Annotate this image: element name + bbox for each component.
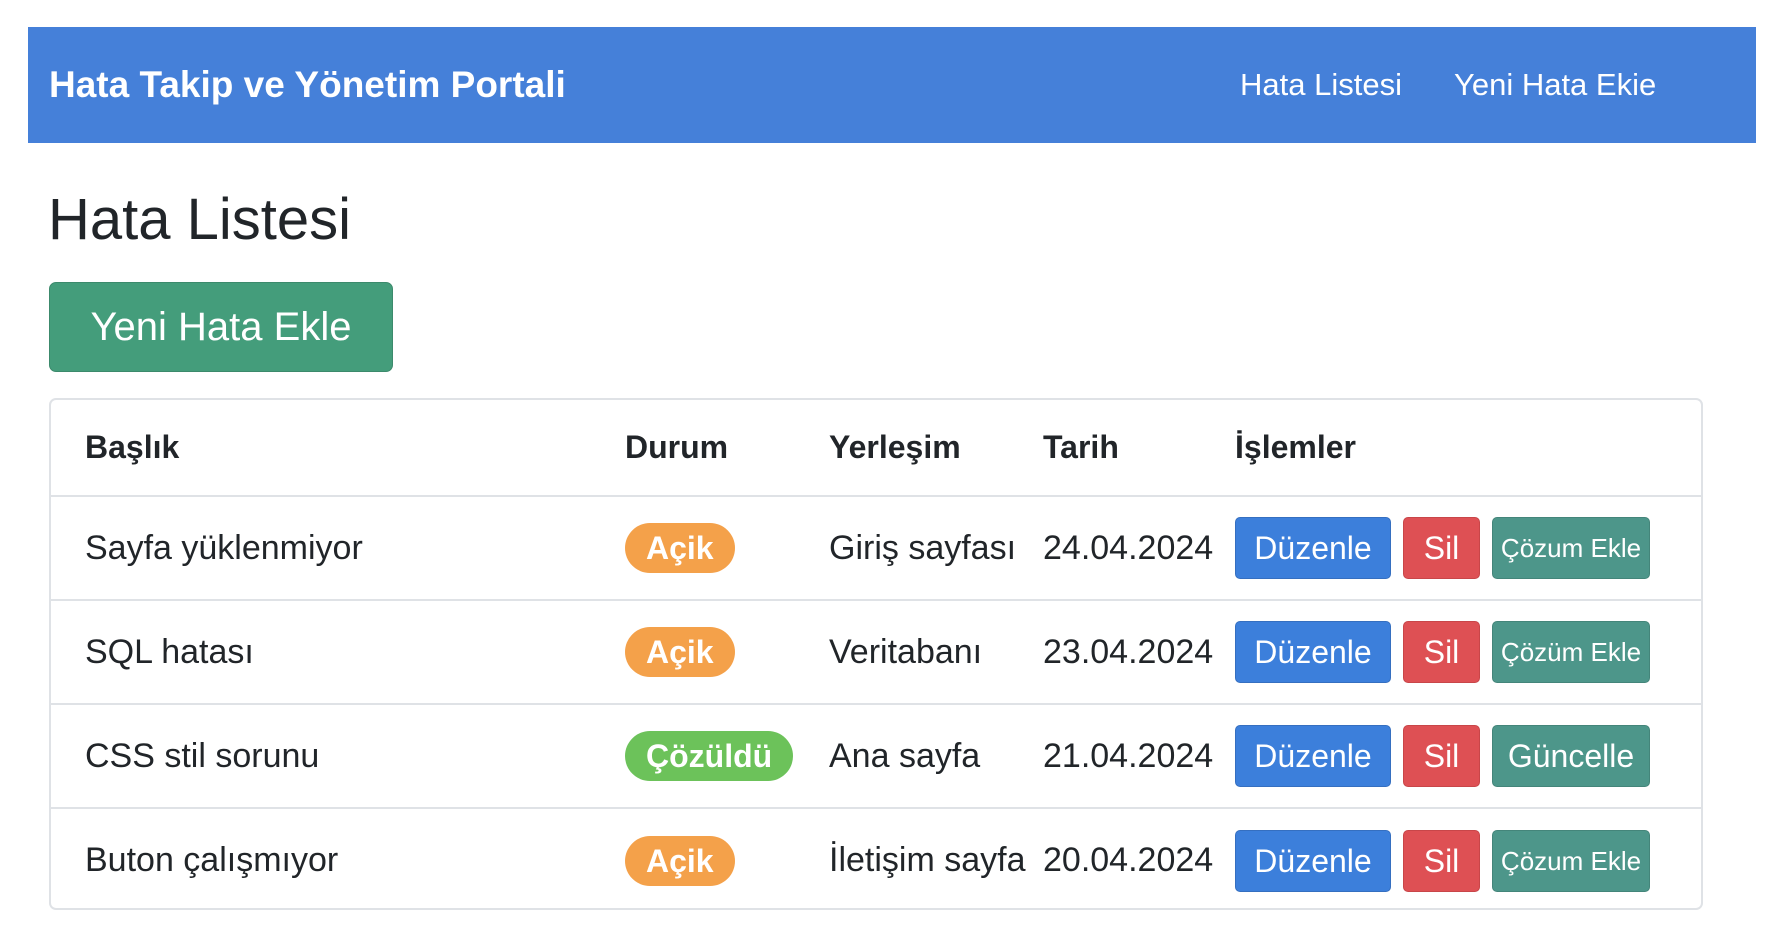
add-solution-button[interactable]: Çözum Ekle <box>1492 517 1650 579</box>
nav-link-new-bug[interactable]: Yeni Hata Ekie <box>1454 27 1656 143</box>
page-title: Hata Listesi <box>48 187 352 252</box>
row-title: Sayfa yüklenmiyor <box>51 495 625 600</box>
table-row: Sayfa yüklenmiyor Açik Giriş sayfası 24.… <box>51 495 1701 600</box>
add-bug-button[interactable]: Yeni Hata Ekle <box>49 282 393 372</box>
navbar: Hata Takip ve Yönetim Portali Hata Liste… <box>28 27 1756 143</box>
bug-table-card: Başlık Durum Yerleşim Tarih İşlemler Say… <box>49 398 1703 910</box>
delete-button[interactable]: Sil <box>1403 829 1480 892</box>
header-title: Başlık <box>85 429 180 465</box>
status-badge: Çözüldü <box>625 731 794 781</box>
header-date: Tarih <box>1043 429 1119 465</box>
edit-button[interactable]: Düzenle <box>1235 829 1391 892</box>
delete-button[interactable]: Sil <box>1403 621 1480 683</box>
row-actions: Düzenle Sil Çözum Ekle <box>1235 829 1701 892</box>
header-status: Durum <box>625 429 729 465</box>
update-button[interactable]: Güncelle <box>1492 725 1650 787</box>
edit-button[interactable]: Düzenle <box>1235 621 1391 683</box>
row-title: CSS stil sorunu <box>51 703 625 808</box>
status-badge: Açik <box>625 627 735 677</box>
row-location: Veritabanı <box>829 599 1043 704</box>
table-row: CSS stil sorunu Çözüldü Ana sayfa 21.04.… <box>51 703 1701 808</box>
row-actions: Düzenle Sil Çözüm Ekle <box>1235 621 1701 683</box>
row-location: Giriş sayfası <box>829 495 1043 600</box>
delete-button[interactable]: Sil <box>1403 517 1480 579</box>
row-date: 20.04.2024 <box>1043 807 1235 908</box>
edit-button[interactable]: Düzenle <box>1235 725 1391 787</box>
bug-table: Başlık Durum Yerleşim Tarih İşlemler Say… <box>51 400 1701 908</box>
row-date: 21.04.2024 <box>1043 703 1235 808</box>
status-badge: Açik <box>625 835 735 886</box>
row-title: Buton çalışmıyor <box>51 807 625 908</box>
row-location: Ana sayfa <box>829 703 1043 808</box>
row-actions: Düzenle Sil Çözum Ekle <box>1235 517 1701 579</box>
nav-link-bug-list[interactable]: Hata Listesi <box>1240 27 1402 143</box>
brand-title[interactable]: Hata Takip ve Yönetim Portali <box>49 27 566 143</box>
row-location: İletişim sayfa <box>829 807 1043 908</box>
add-solution-button[interactable]: Çözum Ekle <box>1492 829 1650 892</box>
header-location: Yerleşim <box>829 429 961 465</box>
row-actions: Düzenle Sil Güncelle <box>1235 725 1701 787</box>
table-header-row: Başlık Durum Yerleşim Tarih İşlemler <box>51 400 1701 496</box>
row-title: SQL hatası <box>51 599 625 704</box>
edit-button[interactable]: Düzenle <box>1235 517 1391 579</box>
row-date: 24.04.2024 <box>1043 495 1235 600</box>
status-badge: Açik <box>625 523 735 573</box>
header-actions: İşlemler <box>1235 429 1356 465</box>
add-solution-button[interactable]: Çözüm Ekle <box>1492 621 1650 683</box>
delete-button[interactable]: Sil <box>1403 725 1480 787</box>
table-row: SQL hatası Açik Veritabanı 23.04.2024 Dü… <box>51 599 1701 704</box>
table-row: Buton çalışmıyor Açik İletişim sayfa 20.… <box>51 807 1701 908</box>
row-date: 23.04.2024 <box>1043 599 1235 704</box>
